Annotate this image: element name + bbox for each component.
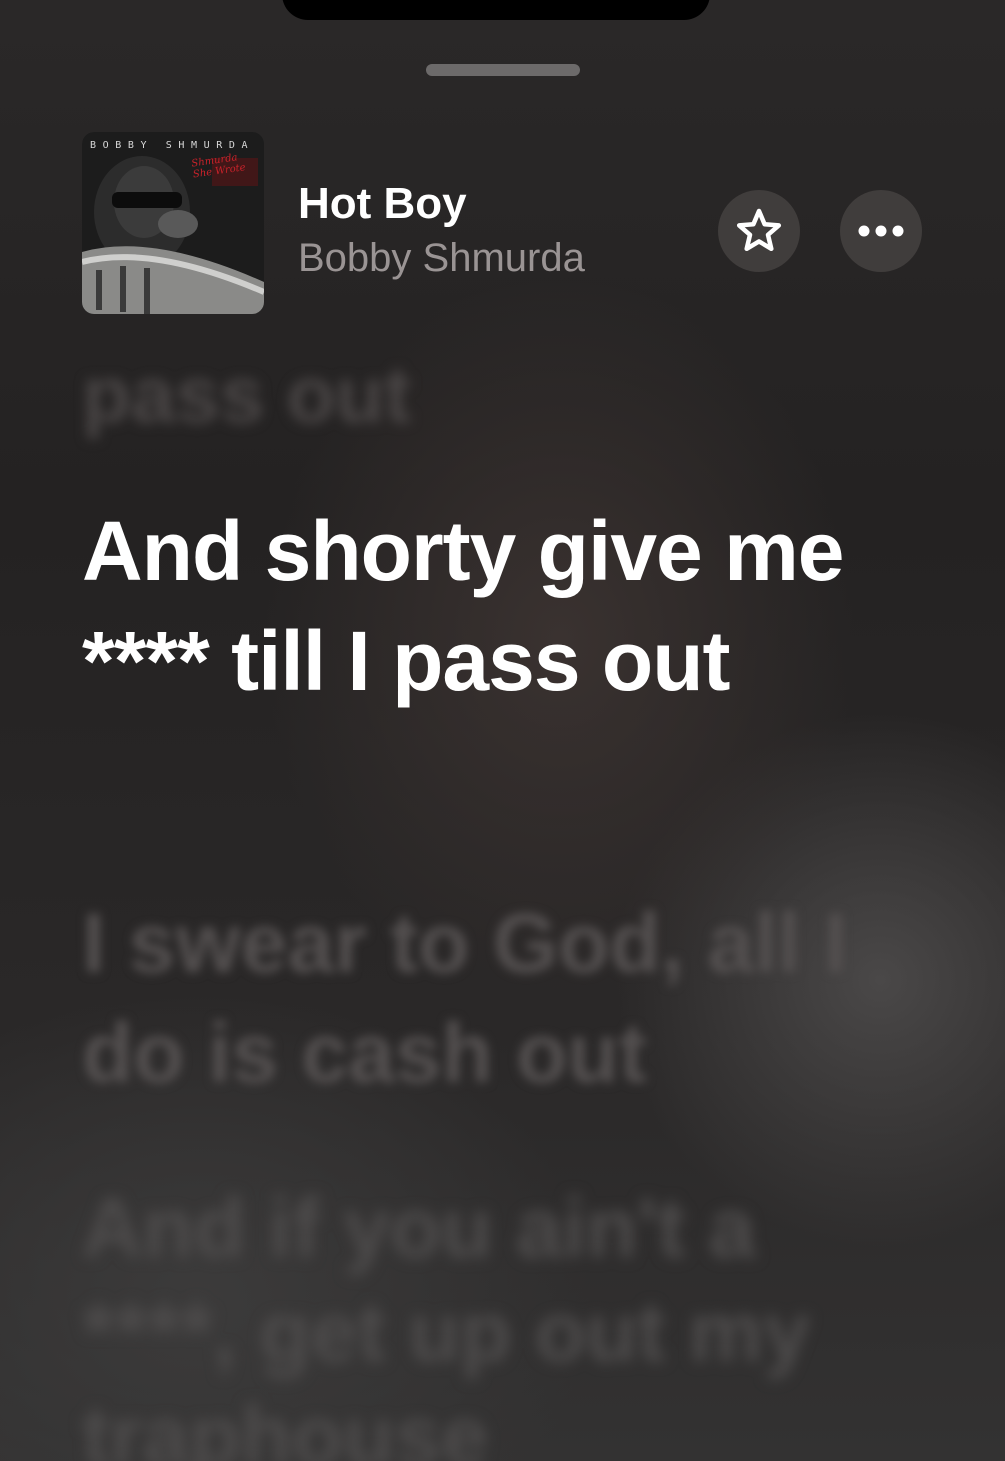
lyrics-screen: BOBBY SHMURDA Shmurda She Wrote Hot Boy …: [0, 0, 1005, 1461]
star-icon: [736, 208, 782, 252]
lyric-line-previous[interactable]: pass out: [82, 340, 902, 450]
now-playing-header: BOBBY SHMURDA Shmurda She Wrote Hot Boy …: [82, 132, 924, 314]
favorite-button[interactable]: [718, 190, 800, 272]
album-artwork[interactable]: BOBBY SHMURDA Shmurda She Wrote: [82, 132, 264, 314]
sheet-grabber-handle[interactable]: [426, 64, 580, 76]
ellipsis-icon: [858, 225, 904, 237]
lyric-line-current[interactable]: And shorty give me **** till I pass out: [82, 496, 902, 716]
artwork-artist-text: BOBBY SHMURDA: [90, 140, 255, 151]
song-title: Hot Boy: [298, 179, 467, 228]
lyric-line-next[interactable]: I swear to God, all I do is cash out: [82, 888, 902, 1108]
lyric-line-following[interactable]: And if you ain't a ****, get up out my t…: [82, 1176, 902, 1461]
song-info[interactable]: Hot Boy Bobby Shmurda: [298, 178, 585, 286]
more-options-button[interactable]: [840, 190, 922, 272]
device-notch: [282, 0, 710, 20]
artist-name[interactable]: Bobby Shmurda: [298, 230, 585, 286]
